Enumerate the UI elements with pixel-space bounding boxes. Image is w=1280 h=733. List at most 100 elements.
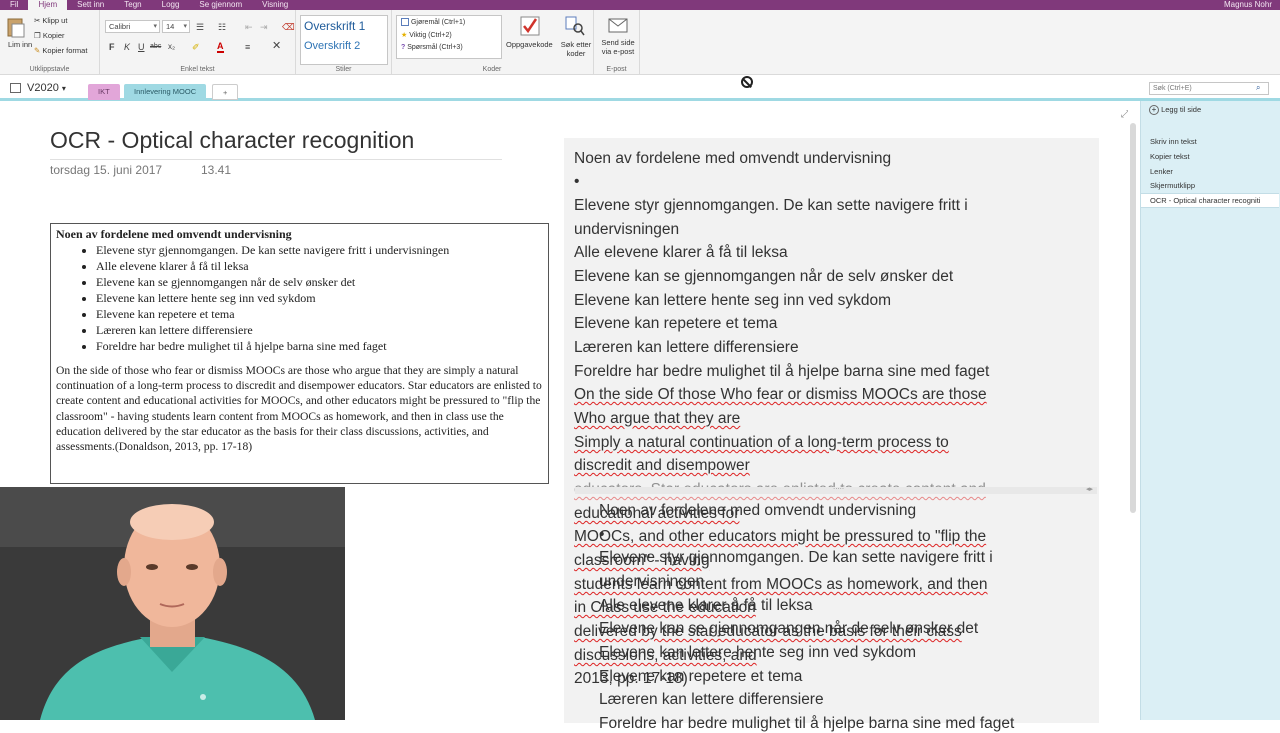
align-icon[interactable]: ≡ <box>245 42 250 52</box>
heading-1-style[interactable]: Overskrift 1 <box>304 19 365 33</box>
notebook-selector[interactable]: V2020 ▾ <box>10 82 66 94</box>
scrollbar-thumb[interactable] <box>1130 123 1136 513</box>
cut-label: Klipp ut <box>42 16 68 25</box>
bullets-icon[interactable]: ☰ <box>196 22 204 32</box>
heading-2-style[interactable]: Overskrift 2 <box>304 40 360 52</box>
scan-bullet: Foreldre har bedre mulighet til å hjelpe… <box>96 338 543 354</box>
drag-handle[interactable]: ..... ◂▸ <box>575 482 1097 494</box>
page-item[interactable]: Skriv inn tekst <box>1150 137 1197 146</box>
ocr-line: Elevene styr gjennomgangen. De kan sette… <box>574 197 968 214</box>
clipboard-group-label: Utklippstavle <box>29 66 70 73</box>
overlay-line: Elevene kan repetere et tema <box>599 668 803 685</box>
scissors-icon: ✂ <box>34 16 41 25</box>
strikethrough-button[interactable]: abc <box>150 42 161 52</box>
styles-gallery: Overskrift 1 Overskrift 2 <box>300 15 388 65</box>
vertical-scrollbar[interactable] <box>1128 103 1138 720</box>
email-page-button[interactable]: Send side via e-post <box>598 16 638 64</box>
font-group: Calibri 14 ☰ ☷ ⇤ ⇥ ⌫ F K U abc x₂ ✐ A ≡ … <box>100 10 296 75</box>
copy-button[interactable]: ❐ Kopier <box>34 31 65 40</box>
ocr-line: Elevene kan lettere hente seg inn ved sy… <box>574 292 892 309</box>
overlay-line: Foreldre har bedre mulighet til å hjelpe… <box>599 715 1015 732</box>
add-page-label: Legg til side <box>1161 105 1202 114</box>
overlay-line: Elevene kan lettere hente seg inn ved sy… <box>599 644 917 661</box>
tab-logg[interactable]: Logg <box>152 0 190 10</box>
star-icon: ★ <box>401 32 408 39</box>
scan-bullet: Alle elevene klarer å få til leksa <box>96 258 543 274</box>
todo-tag-button-label: Oppgavekode <box>506 40 553 49</box>
format-painter-label: Kopier format <box>42 46 88 55</box>
ocr-line: Elevene kan repetere et tema <box>574 315 778 332</box>
italic-button[interactable]: K <box>124 42 130 52</box>
notebook-icon <box>10 83 21 94</box>
search-input[interactable]: Søk (Ctrl+E) <box>1149 82 1269 95</box>
ocr-line: On the side Of those Who fear or dismiss… <box>574 386 987 403</box>
font-family-select[interactable]: Calibri <box>105 20 160 33</box>
font-size-select[interactable]: 14 <box>162 20 190 33</box>
cut-button[interactable]: ✂ Klipp ut <box>34 16 67 25</box>
tab-tegn[interactable]: Tegn <box>114 0 151 10</box>
search-icon[interactable]: ⌕ <box>1256 83 1260 93</box>
paste-button[interactable]: Lim inn <box>6 16 32 56</box>
email-group: Send side via e-post E-post <box>594 10 640 75</box>
page-item-selected[interactable]: OCR - Optical character recogniti <box>1150 196 1260 205</box>
delete-icon[interactable]: ✕ <box>272 41 281 52</box>
ocr-line: Læreren kan lettere differensiere <box>574 339 799 356</box>
overlay-line: Noen av fordelene med omvendt undervisni… <box>599 502 917 519</box>
notebook-name: V2020 <box>27 82 59 94</box>
page-item[interactable]: Skjermutklipp <box>1150 181 1195 190</box>
bold-button[interactable]: F <box>109 42 115 52</box>
tab-fil[interactable]: Fil <box>0 0 28 10</box>
paste-label: Lim inn <box>8 40 33 49</box>
highlight-icon[interactable]: ✐ <box>192 42 200 52</box>
page-item[interactable]: Lenker <box>1150 167 1173 176</box>
find-tags-label: Søk etter koder <box>560 40 592 58</box>
question-tag-label: Spørsmål (Ctrl+3) <box>407 44 463 51</box>
page-title[interactable]: OCR - Optical character recognition <box>50 127 414 154</box>
ribbon: Lim inn ✂ Klipp ut ❐ Kopier ✎ Kopier for… <box>0 10 1280 75</box>
font-color-icon[interactable]: A <box>217 41 224 53</box>
styles-group-label: Stiler <box>335 66 352 73</box>
subscript-icon[interactable]: x₂ <box>168 42 175 52</box>
todo-tag[interactable]: Gjøremål (Ctrl+1) <box>401 18 465 26</box>
numbering-icon[interactable]: ☷ <box>218 22 226 32</box>
plus-circle-icon: + <box>1149 105 1159 115</box>
tab-visning[interactable]: Visning <box>252 0 298 10</box>
checkmark-icon <box>520 16 540 36</box>
email-icon <box>608 18 628 33</box>
ocr-text-overlay[interactable]: Noen av fordelene med omvendt undervisni… <box>585 495 1097 732</box>
section-tab-innlevering-mooc[interactable]: Innlevering MOOC <box>124 84 207 100</box>
email-page-label: Send side via e-post <box>601 38 635 56</box>
question-icon: ? <box>401 44 406 51</box>
question-tag[interactable]: ? Spørsmål (Ctrl+3) <box>401 44 463 51</box>
overlay-line: Læreren kan lettere differensiere <box>599 691 824 708</box>
tags-gallery: Gjøremål (Ctrl+1) ★ Viktig (Ctrl+2) ? Sp… <box>396 15 502 59</box>
add-page-button[interactable]: + Legg til side <box>1149 105 1201 115</box>
find-tags-button[interactable]: Søk etter koder <box>556 16 594 66</box>
indent-icon[interactable]: ⇥ <box>260 22 268 32</box>
add-section-button[interactable]: + <box>212 84 239 100</box>
format-painter-button[interactable]: ✎ Kopier format <box>34 46 87 55</box>
tab-hjem[interactable]: Hjem <box>28 0 68 10</box>
tags-group-label: Koder <box>482 66 502 73</box>
important-tag[interactable]: ★ Viktig (Ctrl+2) <box>401 31 452 39</box>
underline-button[interactable]: U <box>138 42 145 52</box>
copy-icon: ❐ <box>34 31 41 40</box>
user-name[interactable]: Magnus Nohr <box>1224 0 1280 9</box>
todo-tag-label: Gjøremål (Ctrl+1) <box>410 18 466 26</box>
ocr-line: Alle elevene klarer å få til leksa <box>574 244 788 261</box>
scanned-image[interactable]: Noen av fordelene med omvendt undervisni… <box>50 223 549 484</box>
email-group-label: E-post <box>606 66 627 73</box>
todo-tag-button[interactable]: Oppgavekode <box>506 16 554 66</box>
page-item[interactable]: Kopier tekst <box>1150 152 1190 161</box>
ocr-line: Simply a natural continuation of a long-… <box>574 434 949 451</box>
section-tab-ikt[interactable]: IKT <box>88 84 120 100</box>
clear-formatting-icon[interactable]: ⌫ <box>282 22 295 32</box>
tab-se-gjennom[interactable]: Se gjennom <box>189 0 252 10</box>
tab-sett-inn[interactable]: Sett inn <box>67 0 114 10</box>
ocr-line: Who argue that they are <box>574 410 741 427</box>
overlay-line: Alle elevene klarer å få til leksa <box>599 597 813 614</box>
find-tags-icon <box>565 16 585 36</box>
overlay-line: • <box>599 526 605 543</box>
chevron-down-icon: ▾ <box>61 84 66 93</box>
outdent-icon[interactable]: ⇤ <box>245 22 253 32</box>
